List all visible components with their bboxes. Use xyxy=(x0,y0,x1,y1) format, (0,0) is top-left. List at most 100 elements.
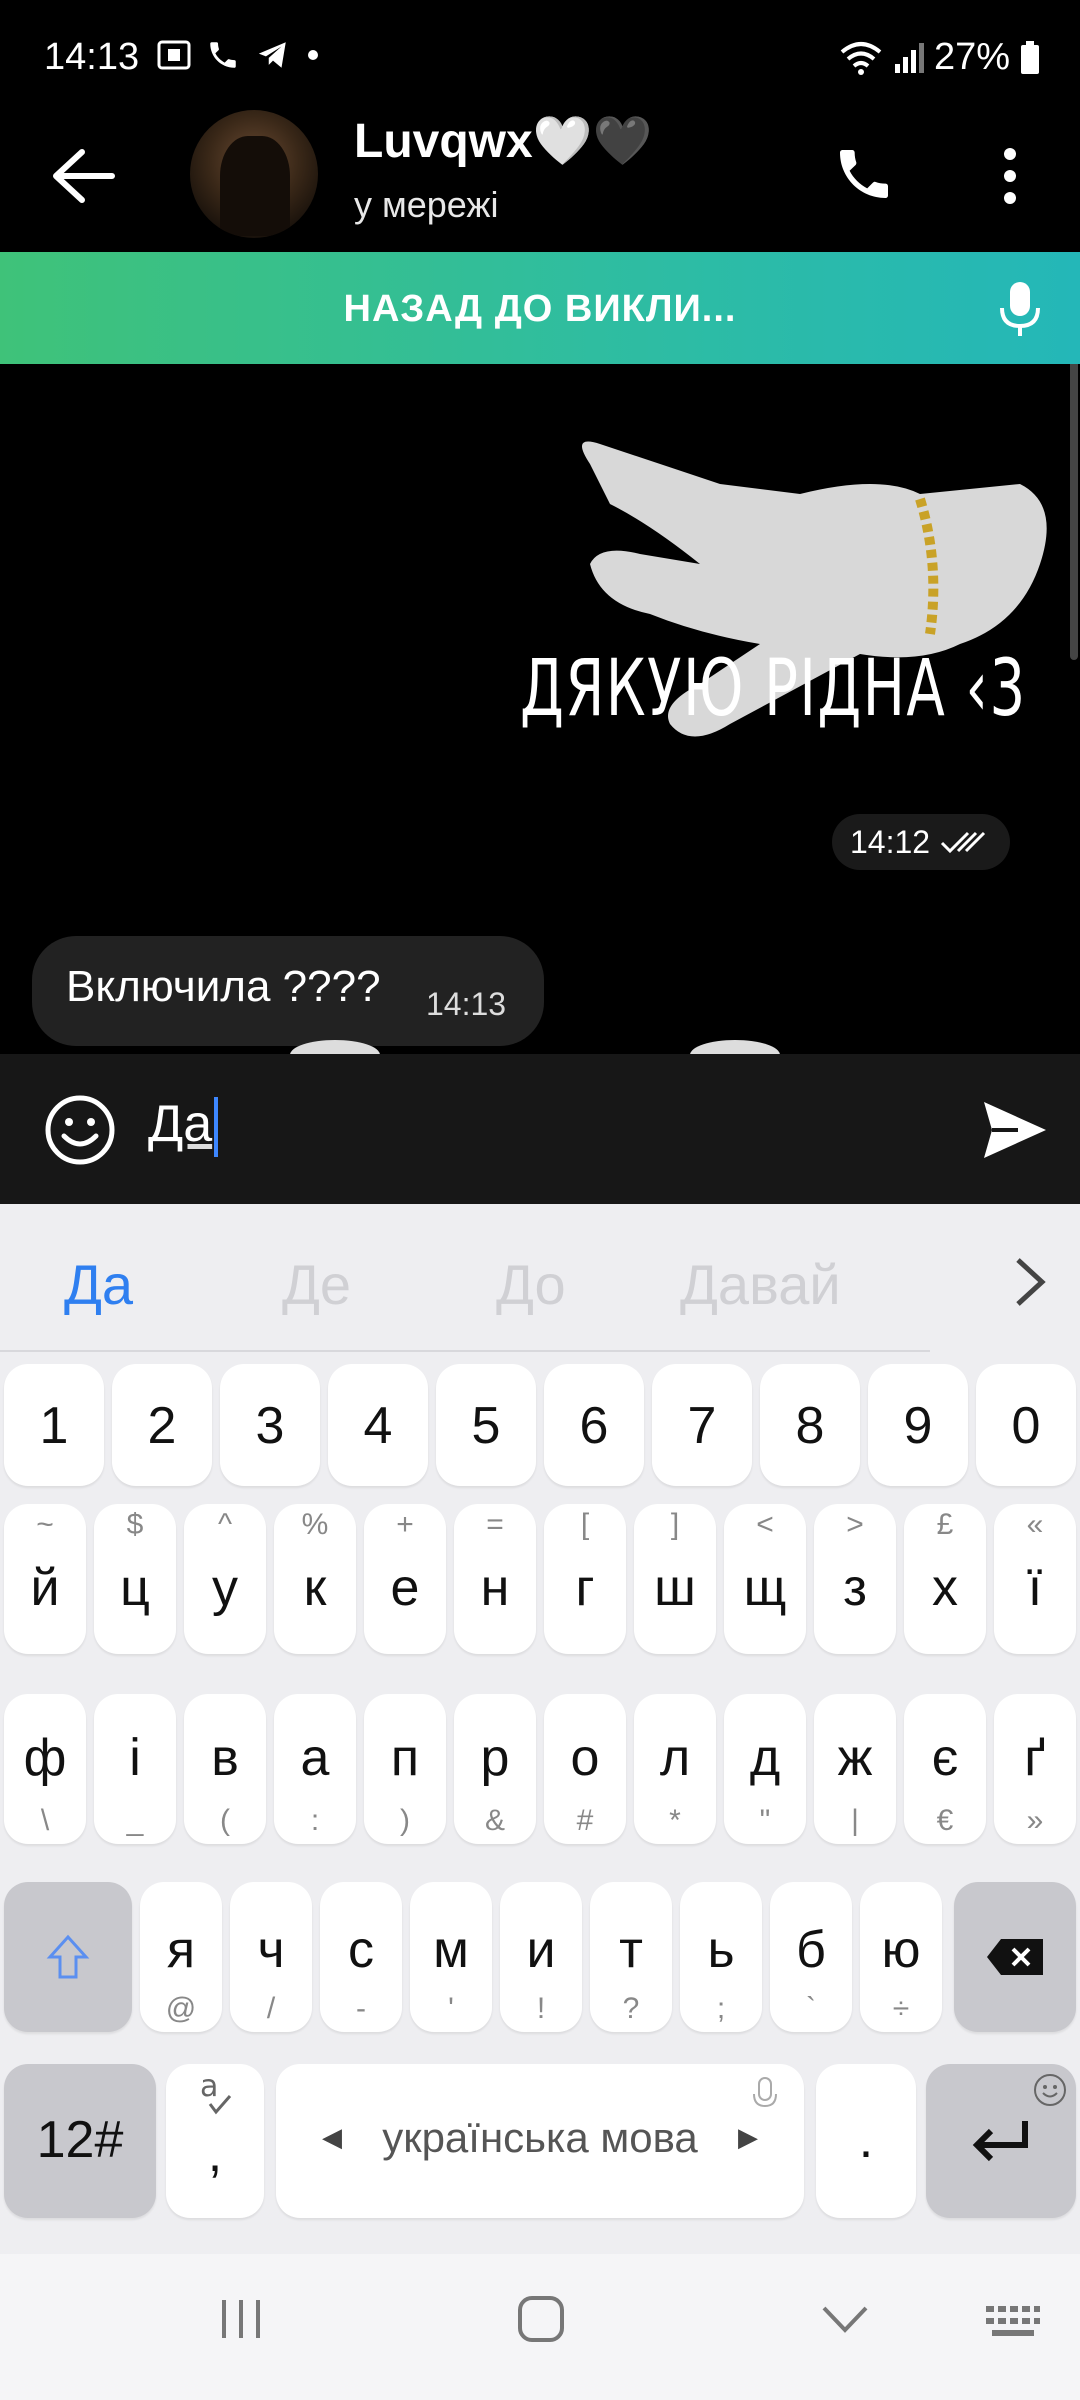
key-3[interactable]: 3 xyxy=(220,1364,320,1486)
keyboard-switch-icon[interactable] xyxy=(984,2294,1042,2344)
key-row3-0[interactable]: я @ xyxy=(140,1882,222,2032)
key-label: 12# xyxy=(36,2111,124,2169)
double-check-icon xyxy=(941,831,986,854)
key-2[interactable]: 2 xyxy=(112,1364,212,1486)
scroll-indicator[interactable] xyxy=(1070,364,1078,660)
key-hint: * xyxy=(669,1804,681,1837)
key-hint: € xyxy=(936,1804,954,1837)
key-label: ю xyxy=(881,1921,921,1979)
keyboard: Да Де До Давай 1 2 3 4 5 6 7 8 9 0 ~ й $ ц ^ у% к + е = н[г]… xyxy=(0,1204,1080,2254)
key-row3-3[interactable]: м ' xyxy=(410,1882,492,2032)
key-hint: ~ xyxy=(36,1508,54,1541)
battery-icon xyxy=(1021,40,1039,74)
key-row1-3[interactable]: % к xyxy=(274,1504,356,1654)
home-icon[interactable] xyxy=(516,2294,566,2344)
key-row1-5[interactable]: = н xyxy=(454,1504,536,1654)
key-row2-11[interactable]: ґ» xyxy=(994,1694,1076,1844)
hide-keyboard-icon[interactable] xyxy=(820,2294,870,2344)
key-row1-11[interactable]: «ї xyxy=(994,1504,1076,1654)
key-row1-7[interactable]: ] ш xyxy=(634,1504,716,1654)
smile-icon[interactable] xyxy=(44,1094,116,1166)
key-row2-9[interactable]: ж | xyxy=(814,1694,896,1844)
key-row2-10[interactable]: є € xyxy=(904,1694,986,1844)
key-row1-10[interactable]: £ х xyxy=(904,1504,986,1654)
space-label: українська мова xyxy=(382,2114,698,2161)
key-9[interactable]: 9 xyxy=(868,1364,968,1486)
enter-key[interactable] xyxy=(926,2064,1076,2218)
symbols-key[interactable]: 12# xyxy=(4,2064,156,2218)
key-4[interactable]: 4 xyxy=(328,1364,428,1486)
key-row2-4[interactable]: п) xyxy=(364,1694,446,1844)
key-5[interactable]: 5 xyxy=(436,1364,536,1486)
suggestion-2[interactable]: Де xyxy=(282,1252,351,1317)
more-vert-icon[interactable] xyxy=(990,144,1030,208)
key-row1-8[interactable]: < щ xyxy=(724,1504,806,1654)
key-row3-7[interactable]: б ` xyxy=(770,1882,852,2032)
key-8[interactable]: 8 xyxy=(760,1364,860,1486)
microphone-icon[interactable] xyxy=(996,280,1044,340)
message-input[interactable]: Да xyxy=(148,1094,219,1158)
avatar[interactable] xyxy=(190,110,318,238)
key-row2-0[interactable]: ф \ xyxy=(4,1694,86,1844)
send-icon[interactable] xyxy=(982,1098,1048,1162)
key-label: і xyxy=(129,1729,141,1787)
key-row1-9[interactable]: > з xyxy=(814,1504,896,1654)
incoming-message[interactable]: Включила ???? 14:13 xyxy=(32,936,544,1046)
recents-icon[interactable] xyxy=(216,2294,266,2344)
phone-icon[interactable] xyxy=(832,142,896,206)
key-row3-2[interactable]: с- xyxy=(320,1882,402,2032)
key-hint: ' xyxy=(448,1992,454,2025)
key-label: е xyxy=(390,1559,420,1617)
backspace-icon xyxy=(987,1939,1043,1975)
key-row2-5[interactable]: р & xyxy=(454,1694,536,1844)
key-7[interactable]: 7 xyxy=(652,1364,752,1486)
key-hint: # xyxy=(576,1804,594,1837)
key-row2-3[interactable]: а: xyxy=(274,1694,356,1844)
sticker-text: ДЯКУЮ РІДНА ‹3 xyxy=(520,644,1027,734)
key-row3-8[interactable]: ю ÷ xyxy=(860,1882,942,2032)
key-label: 7 xyxy=(687,1397,717,1455)
key-row3-5[interactable]: т? xyxy=(590,1882,672,2032)
message-list[interactable]: ДЯКУЮ РІДНА ‹3 14:12 Включила ???? 14:13 xyxy=(0,364,1080,1054)
back-button[interactable] xyxy=(48,146,118,206)
key-0[interactable]: 0 xyxy=(976,1364,1076,1486)
key-label: 6 xyxy=(579,1397,609,1455)
key-1[interactable]: 1 xyxy=(4,1364,104,1486)
suggestion-4[interactable]: Давай xyxy=(680,1252,841,1317)
key-hint: & xyxy=(484,1804,505,1837)
key-row2-8[interactable]: д " xyxy=(724,1694,806,1844)
space-key[interactable]: ◀ ▶ українська мова xyxy=(276,2064,804,2218)
key-row1-0[interactable]: ~ й xyxy=(4,1504,86,1654)
key-row1-2[interactable]: ^ у xyxy=(184,1504,266,1654)
key-label: ґ xyxy=(1024,1729,1046,1787)
key-row3-1[interactable]: ч / xyxy=(230,1882,312,2032)
shift-icon xyxy=(46,1934,90,1979)
period-key[interactable]: . xyxy=(816,2064,916,2218)
return-to-call-banner[interactable]: НАЗАД ДО ВИКЛИ... xyxy=(0,252,1080,364)
key-label: а xyxy=(300,1729,330,1787)
chevron-right-icon[interactable] xyxy=(1010,1254,1050,1310)
key-row1-1[interactable]: $ ц xyxy=(94,1504,176,1654)
comma-key[interactable]: a, xyxy=(166,2064,264,2218)
suggestion-strip: Да Де До Давай xyxy=(0,1204,1080,1354)
message-text: Включила ???? xyxy=(66,962,381,1011)
key-row1-6[interactable]: [г xyxy=(544,1504,626,1654)
key-row2-1[interactable]: і _ xyxy=(94,1694,176,1844)
key-row1-4[interactable]: + е xyxy=(364,1504,446,1654)
suggestion-divider xyxy=(0,1350,930,1352)
backspace-key[interactable] xyxy=(954,1882,1076,2032)
contact-name[interactable]: Luvqwx🤍🖤 xyxy=(354,112,652,169)
key-row2-7[interactable]: л * xyxy=(634,1694,716,1844)
key-label: 3 xyxy=(255,1397,285,1455)
key-hint: $ xyxy=(126,1508,144,1541)
wifi-icon xyxy=(840,41,882,75)
key-6[interactable]: 6 xyxy=(544,1364,644,1486)
key-row3-4[interactable]: и! xyxy=(500,1882,582,2032)
key-row3-6[interactable]: ь; xyxy=(680,1882,762,2032)
shift-key[interactable] xyxy=(4,1882,132,2032)
key-row2-6[interactable]: о # xyxy=(544,1694,626,1844)
suggestion-1[interactable]: Да xyxy=(64,1252,133,1317)
suggestion-3[interactable]: До xyxy=(496,1252,566,1317)
key-label: п xyxy=(390,1729,420,1787)
key-row2-2[interactable]: в( xyxy=(184,1694,266,1844)
